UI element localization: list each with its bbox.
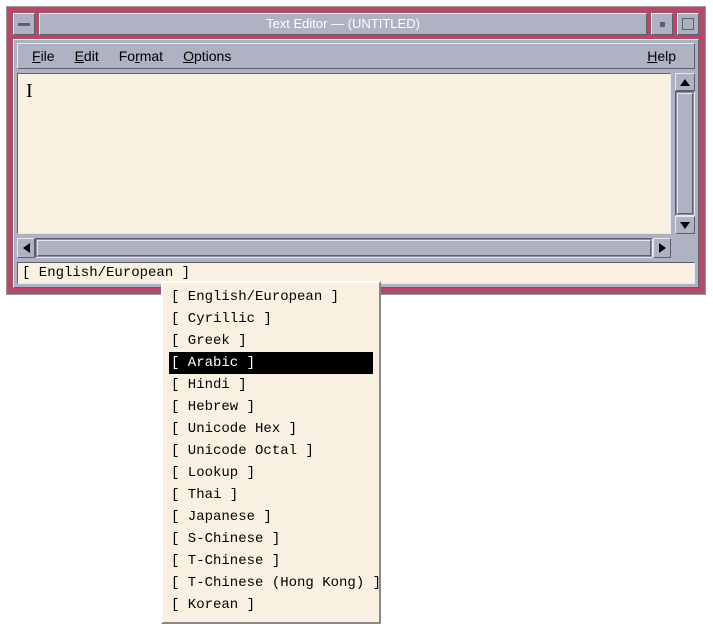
menu-edit[interactable]: Edit <box>67 46 107 66</box>
input-method-option[interactable]: [ Greek ] <box>169 330 373 352</box>
window-menu-button[interactable] <box>13 13 35 35</box>
input-method-option[interactable]: [ Hebrew ] <box>169 396 373 418</box>
arrow-up-icon <box>680 79 690 86</box>
maximize-button[interactable] <box>677 13 699 35</box>
arrow-right-icon <box>659 243 666 253</box>
minimize-button[interactable] <box>651 13 673 35</box>
input-method-option[interactable]: [ Unicode Hex ] <box>169 418 373 440</box>
vscroll-track[interactable] <box>675 91 695 216</box>
input-method-option[interactable]: [ S-Chinese ] <box>169 528 373 550</box>
scroll-up-button[interactable] <box>675 73 695 91</box>
window-frame: Text Editor — (UNTITLED) File Edit Forma… <box>7 7 705 294</box>
arrow-left-icon <box>23 243 30 253</box>
scroll-down-button[interactable] <box>675 216 695 234</box>
editor-window: Text Editor — (UNTITLED) File Edit Forma… <box>6 6 706 295</box>
arrow-down-icon <box>680 222 690 229</box>
text-caret-icon: I <box>26 80 32 98</box>
window-title: Text Editor — (UNTITLED) <box>39 13 647 35</box>
maximize-icon <box>682 18 694 30</box>
input-method-option[interactable]: [ Arabic ] <box>169 352 373 374</box>
input-method-option[interactable]: [ Cyrillic ] <box>169 308 373 330</box>
input-method-popup: [ English/European ][ Cyrillic ][ Greek … <box>161 281 381 624</box>
input-method-option[interactable]: [ Japanese ] <box>169 506 373 528</box>
hscroll-thumb[interactable] <box>37 240 651 256</box>
titlebar: Text Editor — (UNTITLED) <box>13 13 699 35</box>
input-method-option[interactable]: [ T-Chinese (Hong Kong) ] <box>169 572 373 594</box>
input-method-option[interactable]: [ Thai ] <box>169 484 373 506</box>
scroll-right-button[interactable] <box>653 238 671 258</box>
hscroll-track[interactable] <box>35 238 653 258</box>
scroll-left-button[interactable] <box>17 238 35 258</box>
menubar: File Edit Format Options Help <box>17 43 695 69</box>
menu-format[interactable]: Format <box>111 46 171 66</box>
menu-help[interactable]: Help <box>639 46 684 66</box>
window-client-area: File Edit Format Options Help I <box>13 39 699 288</box>
menu-options[interactable]: Options <box>175 46 239 66</box>
input-method-option[interactable]: [ Hindi ] <box>169 374 373 396</box>
scrollbar-corner <box>675 238 695 258</box>
input-method-option[interactable]: [ Unicode Octal ] <box>169 440 373 462</box>
minimize-icon <box>660 22 665 27</box>
input-method-option[interactable]: [ Korean ] <box>169 594 373 616</box>
vscroll-thumb[interactable] <box>677 93 693 214</box>
input-method-option[interactable]: [ English/European ] <box>169 286 373 308</box>
menu-file[interactable]: File <box>24 46 63 66</box>
input-method-option[interactable]: [ T-Chinese ] <box>169 550 373 572</box>
text-area[interactable]: I <box>17 73 671 234</box>
input-method-option[interactable]: [ Lookup ] <box>169 462 373 484</box>
horizontal-scrollbar[interactable] <box>17 238 671 258</box>
menu-dash-icon <box>18 23 30 26</box>
vertical-scrollbar[interactable] <box>675 73 695 234</box>
